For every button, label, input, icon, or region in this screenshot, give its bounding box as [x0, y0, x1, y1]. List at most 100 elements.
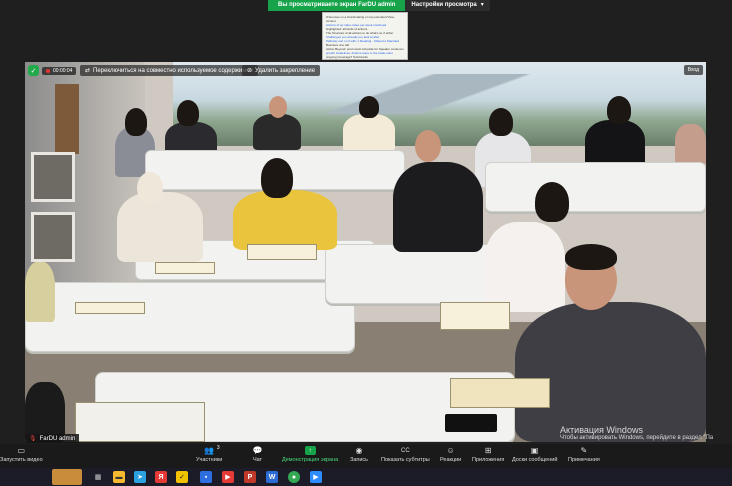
participant-person	[515, 302, 706, 442]
zoom-icon[interactable]: ▶	[310, 471, 322, 483]
shared-document-popup: If Sources on a Grantmaking on top exten…	[322, 12, 408, 60]
start-video-button[interactable]: ▭ Запустить видео	[0, 446, 43, 463]
smile-icon: ☺	[446, 446, 455, 455]
apps-label: Приложения	[472, 457, 505, 463]
participant-hair	[261, 158, 293, 198]
notebook	[450, 378, 550, 408]
video-status-group: ✓ 00:00:04	[28, 65, 77, 76]
share-screen-icon: ↑	[304, 446, 316, 455]
participant-name-tag: 🎙 FarDU admin	[25, 434, 80, 443]
windows-activation-watermark: Активация Windows Чтобы активировать Win…	[560, 425, 713, 441]
record-button[interactable]: ◉ Запись	[350, 446, 368, 463]
notes-button[interactable]: ✎ Примечания	[568, 446, 600, 463]
wall-shelf	[31, 212, 75, 262]
whiteboard-button[interactable]: ▣ Доски сообщений	[512, 446, 557, 463]
yandex-icon[interactable]: Я	[155, 471, 167, 483]
record-label: Запись	[350, 457, 369, 463]
notebook	[75, 402, 205, 442]
participant-arm	[25, 382, 65, 442]
participants-button[interactable]: 👥 3 Участники	[196, 445, 223, 463]
notebook	[440, 302, 510, 330]
notebook	[247, 244, 317, 260]
participant-head	[269, 96, 287, 118]
chrome-icon[interactable]: ●	[288, 471, 300, 483]
windows-taskbar: ▦ ▬ ➤ Я ✓ ▪ ▶ P W ● ▶	[0, 468, 732, 486]
participant-hair	[125, 108, 147, 136]
window-blind	[55, 84, 79, 154]
participant-person	[25, 262, 55, 322]
view-options-button[interactable]: Настройки просмотра ▾	[405, 0, 490, 11]
camera-off-icon: ▭	[17, 446, 26, 455]
telegram-icon[interactable]: ➤	[134, 471, 146, 483]
participant-person	[343, 114, 395, 152]
share-screen-button[interactable]: ↑ Демонстрация экрана	[282, 446, 338, 463]
view-button[interactable]: Вход	[683, 65, 703, 75]
weather-widget[interactable]	[52, 469, 82, 485]
notebook	[75, 302, 145, 314]
file-explorer-icon[interactable]: ▬	[113, 471, 125, 483]
reactions-label: Реакции	[440, 457, 462, 463]
notes-icon: ✎	[580, 446, 588, 455]
recording-indicator: 00:00:04	[42, 66, 77, 75]
desk-front-left	[25, 282, 355, 352]
cc-icon: CC	[401, 447, 410, 454]
notes-label: Примечания	[568, 457, 600, 463]
meeting-toolbar: ▭ Запустить видео 👥 3 Участники 💬 Чат ↑ Д…	[0, 444, 732, 468]
powerpoint-icon[interactable]: P	[244, 471, 256, 483]
apps-icon: ⊞	[484, 446, 492, 455]
participant-hair	[489, 108, 513, 136]
participant-hair	[535, 182, 569, 222]
word-icon[interactable]: W	[266, 471, 278, 483]
watermark-subtitle: Чтобы активировать Windows, перейдите в …	[560, 435, 714, 441]
record-icon: ◉	[355, 446, 363, 455]
shield-icon: ✓	[28, 65, 39, 76]
popup-line: ongoing Coverage? Sub-blocks	[326, 55, 368, 59]
participant-hair	[177, 100, 199, 126]
remove-pin-button[interactable]: ⊘ Удалить закрепление	[242, 65, 321, 76]
norton-icon[interactable]: ✓	[176, 471, 188, 483]
desk-back-right	[485, 162, 706, 212]
participant-person	[675, 124, 706, 166]
share-status-text: Вы просматриваете экран FarDU admin	[268, 0, 406, 11]
participant-name: FarDU admin	[39, 435, 76, 442]
whiteboard-icon: ▣	[530, 446, 539, 455]
participant-hair	[359, 96, 379, 118]
remove-pin-label: Удалить закрепление	[255, 67, 316, 74]
media-icon[interactable]: ▶	[222, 471, 234, 483]
video-feed: ✓ 00:00:04 ⇄ Переключиться на совместно …	[25, 62, 706, 442]
start-video-label: Запустить видео	[0, 457, 43, 463]
unpin-icon: ⊘	[247, 68, 253, 74]
chevron-down-icon: ▾	[480, 2, 484, 8]
mic-off-icon: 🎙	[29, 436, 37, 442]
participant-person	[117, 192, 203, 262]
switch-icon: ⇄	[85, 68, 91, 74]
captions-button[interactable]: CC Показать субтитры	[381, 446, 430, 464]
participant-headscarf	[137, 172, 163, 204]
chat-button[interactable]: 💬 Чат	[252, 446, 263, 463]
task-view-icon[interactable]: ▦	[92, 471, 104, 483]
chat-icon: 💬	[252, 446, 263, 455]
participants-label: Участники	[196, 457, 223, 463]
switch-label: Переключиться на совместно используемое …	[93, 67, 254, 74]
popup-line: If Sources on a Grantmaking on top exten…	[326, 15, 395, 23]
participant-hair	[607, 96, 631, 124]
participants-count: 3	[216, 445, 220, 451]
participant-person	[485, 222, 565, 312]
participant-head	[415, 130, 441, 162]
recording-label: 00:00:04	[53, 67, 73, 74]
apps-button[interactable]: ⊞ Приложения	[472, 446, 504, 463]
record-dot-icon	[46, 68, 50, 73]
phone	[445, 414, 497, 432]
reactions-button[interactable]: ☺ Реакции	[440, 446, 461, 463]
whiteboard-label: Доски сообщений	[512, 457, 558, 463]
participant-person	[253, 114, 301, 150]
people-icon: 👥 3	[204, 445, 220, 455]
participant-person	[393, 162, 483, 252]
share-banner: Вы просматриваете экран FarDU admin Наст…	[268, 0, 490, 11]
share-screen-label: Демонстрация экрана	[282, 457, 339, 463]
participant-person	[233, 190, 337, 250]
switch-to-shared-content-button[interactable]: ⇄ Переключиться на совместно используемо…	[80, 65, 259, 76]
notebook	[155, 262, 215, 274]
save-icon[interactable]: ▪	[200, 471, 212, 483]
wall-shelf	[31, 152, 75, 202]
